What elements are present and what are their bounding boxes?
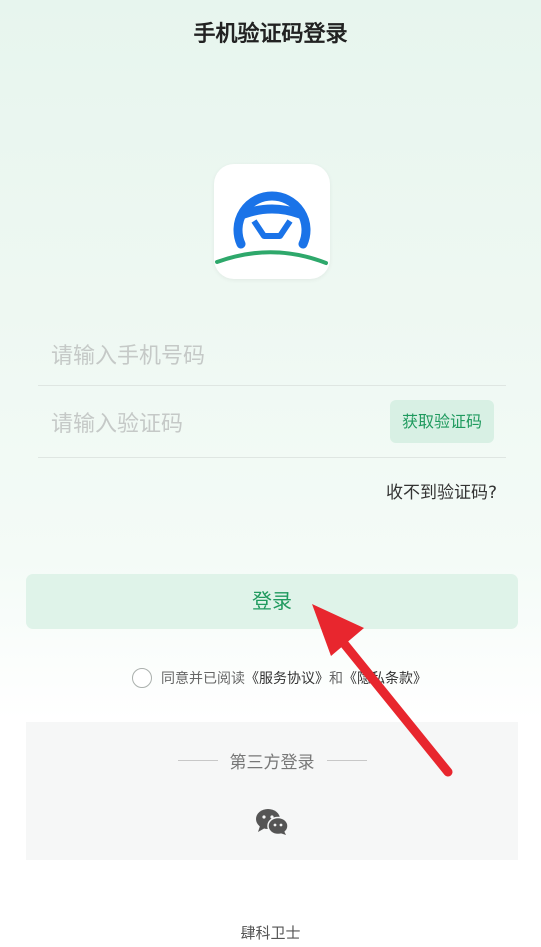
get-code-button[interactable]: 获取验证码 [390,400,494,443]
service-agreement-link[interactable]: 《服务协议》 [245,668,329,688]
agreement-checkbox[interactable] [132,668,152,688]
code-field: 获取验证码 [38,392,506,458]
phone-field [38,328,506,386]
verification-code-input[interactable] [51,392,381,457]
wechat-icon[interactable] [255,808,289,836]
agreement-row: 同意并已阅读 《服务协议》 和 《隐私条款》 [132,667,427,689]
third-party-title: 第三方登录 [229,753,315,773]
phone-input[interactable] [51,328,381,385]
footer-brand: 肆科卫士 [240,924,301,942]
third-party-title-row: 第三方登录 [26,748,518,773]
steering-wheel-logo-icon [215,191,328,265]
page-title: 手机验证码登录 [193,22,348,47]
divider-right [326,760,367,761]
no-code-link[interactable]: 收不到验证码? [386,478,497,503]
divider-left [177,760,218,761]
agreement-prefix: 同意并已阅读 [161,671,245,687]
third-party-login-panel: 第三方登录 [26,722,518,860]
login-button[interactable]: 登录 [26,574,518,629]
privacy-policy-link[interactable]: 《隐私条款》 [343,668,427,688]
app-logo [214,164,330,279]
agreement-and: 和 [329,671,343,687]
